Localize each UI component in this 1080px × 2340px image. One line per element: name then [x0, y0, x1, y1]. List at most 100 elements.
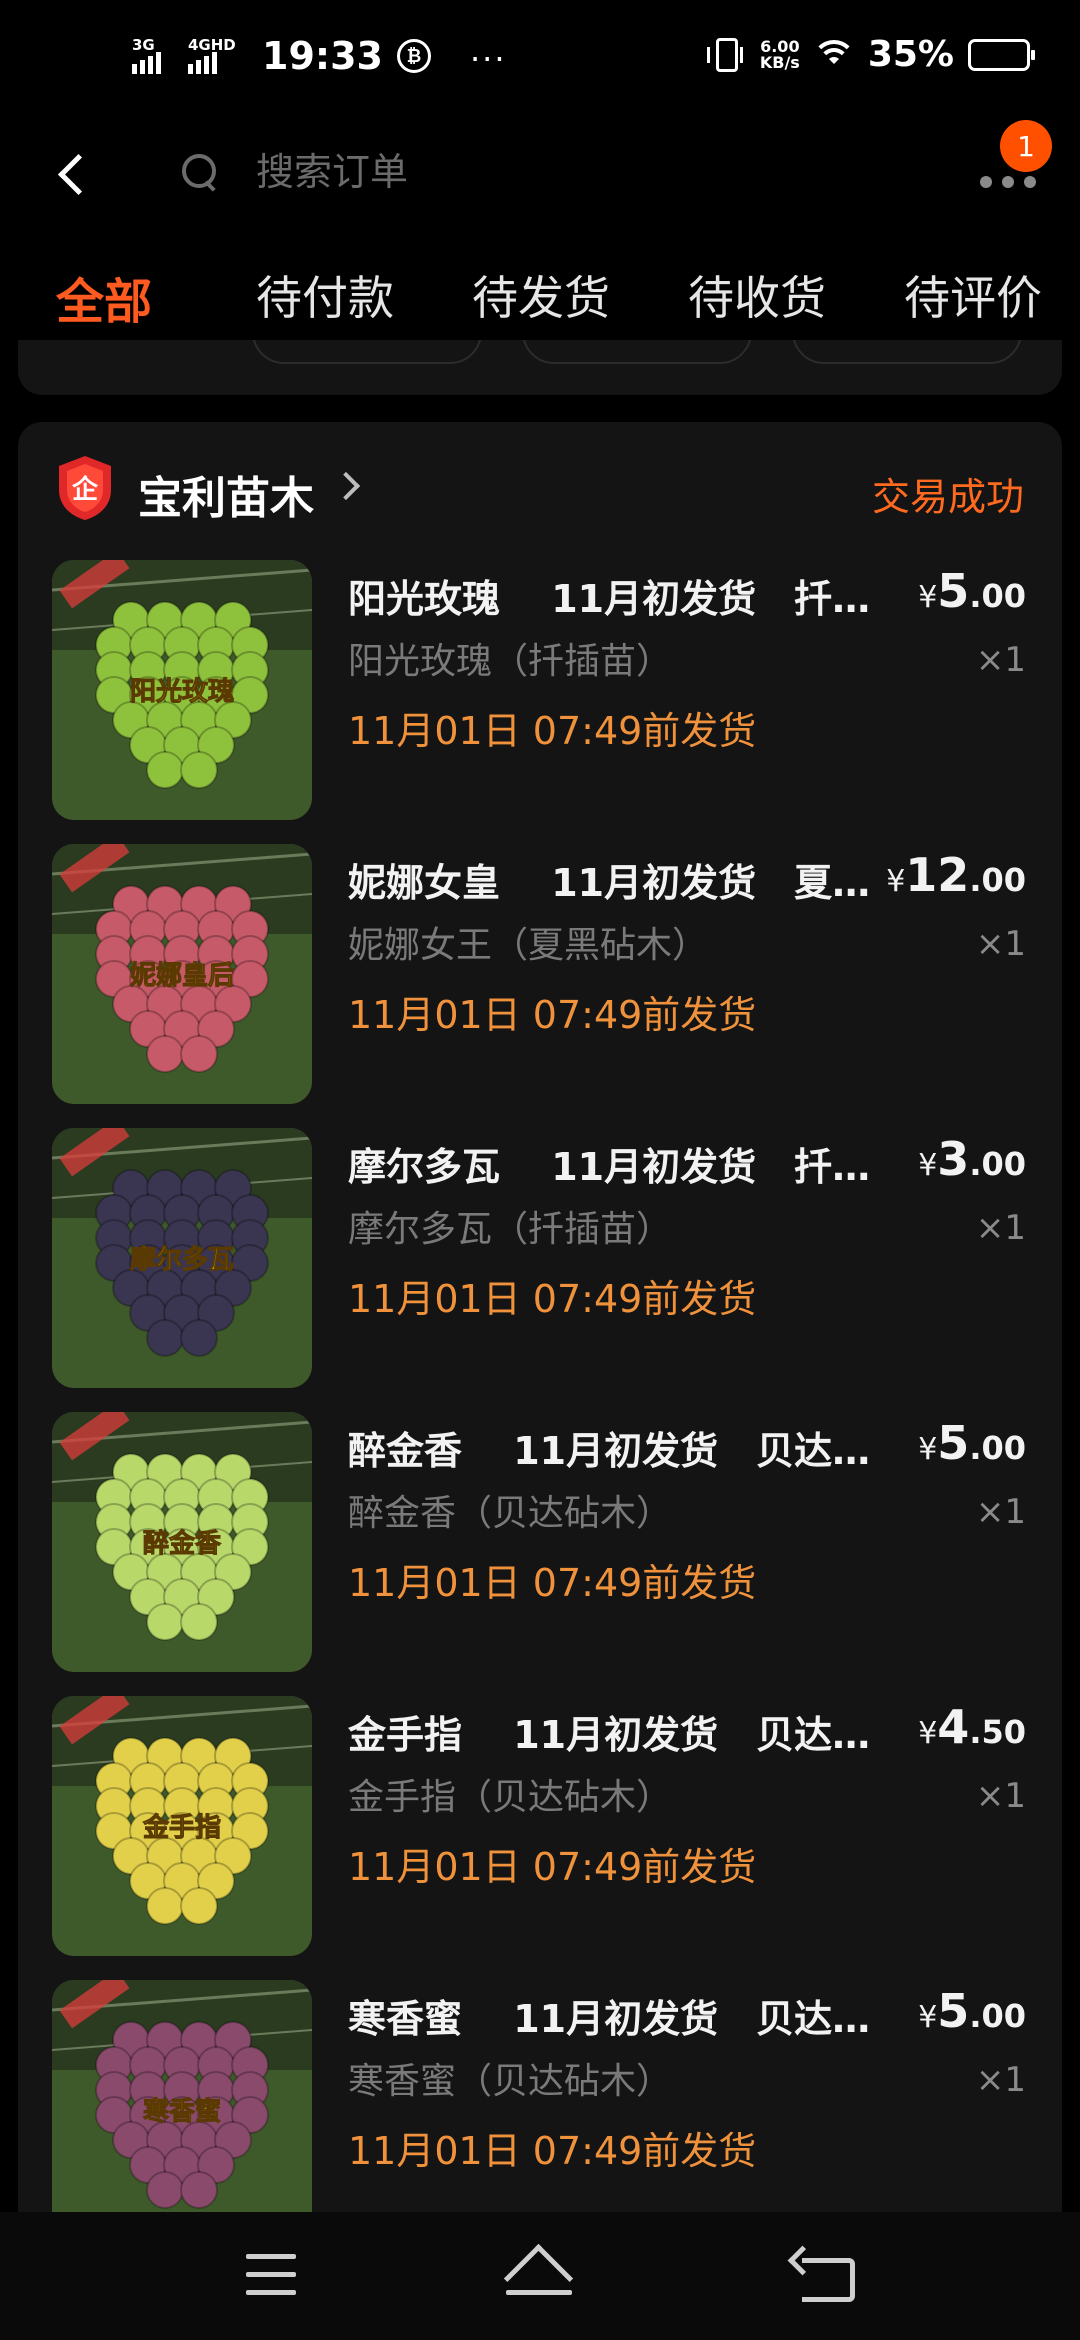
currency-symbol: ¥ — [918, 580, 938, 615]
shop-name[interactable]: 宝利苗木 — [138, 462, 314, 526]
thumbnail-label: 醉金香 — [143, 1528, 221, 1559]
product-thumbnail[interactable]: 寒香蜜 — [52, 1980, 312, 2232]
ship-deadline: 11月01日 07:49前发货 — [348, 709, 757, 753]
product-thumbnail[interactable]: 摩尔多瓦 — [52, 1128, 312, 1388]
currency-symbol: ¥ — [886, 864, 906, 899]
tab-all[interactable]: 全部 — [56, 262, 152, 332]
order-tabs: 全部 待付款 待发货 待收货 待评价 — [0, 240, 1080, 340]
ship-deadline: 11月01日 07:49前发货 — [348, 1277, 757, 1321]
previous-order-card — [18, 340, 1062, 395]
battery-percent: 35% — [867, 34, 954, 75]
action-button[interactable] — [252, 340, 482, 364]
price-integer: 12 — [905, 848, 970, 902]
back-button[interactable] — [50, 142, 100, 202]
price-decimal: .00 — [969, 861, 1026, 899]
action-button[interactable] — [792, 340, 1022, 364]
speed-unit: KB/s — [759, 52, 800, 72]
wifi-icon — [813, 39, 854, 70]
product-spec: 阳光玫瑰（扦插苗） — [348, 641, 673, 682]
price-decimal: .00 — [969, 1145, 1026, 1183]
svg-text:企: 企 — [72, 474, 99, 505]
product-thumbnail[interactable]: 妮娜皇后 — [52, 844, 312, 1104]
price-integer: 5 — [937, 1416, 970, 1470]
price-integer: 5 — [937, 564, 970, 618]
tab-pending-review[interactable]: 待评价 — [904, 262, 1042, 328]
tab-pending-receipt[interactable]: 待收货 — [688, 262, 826, 328]
product-price: ¥5.00 — [918, 1416, 1026, 1470]
clock: 19:33 — [262, 34, 383, 78]
battery-icon — [968, 38, 1035, 71]
vibrate-icon — [706, 37, 743, 72]
product-title[interactable]: 金手指 11月初发货 贝达砧木 — [348, 1704, 908, 1759]
order-item[interactable]: 阳光玫瑰 阳光玫瑰 11月初发货 扦插苗阳光玫瑰（扦插苗） 11月01日 07:49… — [18, 560, 1062, 822]
search-input[interactable] — [256, 150, 656, 194]
more-notifications-icon: ··· — [470, 40, 507, 78]
order-list-page: 3G 4GHD 19:33 ₿ ··· 6.00 KB/s 35% 搜索订单 1… — [0, 0, 1080, 2340]
currency-symbol: ¥ — [918, 1148, 938, 1183]
order-card[interactable]: 企 宝利苗木 交易成功 阳光玫瑰 阳光玫瑰 11月初发货 扦插苗阳光玫瑰（扦插苗）… — [18, 422, 1062, 2232]
notification-status-icon: ₿ — [396, 39, 431, 73]
back-nav-icon[interactable] — [780, 2242, 870, 2312]
price-integer: 5 — [937, 1984, 970, 2038]
product-price: ¥12.00 — [886, 848, 1026, 902]
product-title[interactable]: 醉金香 11月初发货 贝达砧木 — [348, 1420, 908, 1475]
system-nav-bar — [0, 2212, 1080, 2340]
network-type-label: 4GHD — [188, 36, 236, 54]
menu-icon[interactable] — [226, 2242, 316, 2312]
thumbnail-label: 阳光玫瑰 — [130, 677, 234, 707]
ship-deadline: 11月01日 07:49前发货 — [348, 1561, 757, 1605]
product-title[interactable]: 妮娜女皇 11月初发货 夏黑砧木 — [348, 852, 908, 907]
tab-pending-shipment[interactable]: 待发货 — [472, 262, 610, 328]
search-icon — [180, 152, 220, 192]
currency-symbol: ¥ — [918, 2000, 938, 2035]
product-thumbnail[interactable]: 阳光玫瑰 — [52, 560, 312, 820]
ship-deadline: 11月01日 07:49前发货 — [348, 1845, 757, 1889]
price-decimal: .50 — [969, 1713, 1026, 1751]
header: 1 — [0, 120, 1080, 225]
status-bar: 3G 4GHD 19:33 ₿ ··· 6.00 KB/s 35% — [0, 0, 1080, 120]
product-spec: 妮娜女王（夏黑砧木） — [348, 925, 709, 966]
price-integer: 3 — [937, 1132, 970, 1186]
network-speed: 6.00 KB/s — [759, 38, 800, 72]
product-thumbnail[interactable]: 金手指 — [52, 1696, 312, 1956]
product-title[interactable]: 摩尔多瓦 11月初发货 扦插苗 — [348, 1136, 908, 1191]
action-button[interactable] — [522, 340, 752, 364]
status-left: 3G 4GHD 19:33 ₿ — [132, 34, 431, 78]
product-quantity: ×1 — [975, 1492, 1026, 1532]
order-item[interactable]: 妮娜皇后 妮娜女皇 11月初发货 夏黑砧木妮娜女王（夏黑砧木） 11月01日 07:… — [18, 844, 1062, 1106]
product-price: ¥3.00 — [918, 1132, 1026, 1186]
home-icon[interactable] — [496, 2242, 586, 2312]
order-item[interactable]: 摩尔多瓦 摩尔多瓦 11月初发货 扦插苗摩尔多瓦（扦插苗） 11月01日 07:49… — [18, 1128, 1062, 1390]
order-item[interactable]: 金手指 金手指 11月初发货 贝达砧木 金手指（贝达砧木） 11月01日 07:49前… — [18, 1696, 1062, 1958]
price-decimal: .00 — [969, 1997, 1026, 2035]
status-right: 6.00 KB/s 35% — [706, 34, 1035, 75]
product-quantity: ×1 — [975, 640, 1026, 680]
shop-row[interactable]: 企 宝利苗木 交易成功 — [18, 448, 1062, 528]
thumbnail-label: 摩尔多瓦 — [130, 1244, 234, 1275]
product-quantity: ×1 — [975, 924, 1026, 964]
product-thumbnail[interactable]: 醉金香 — [52, 1412, 312, 1672]
product-spec: 寒香蜜（贝达砧木） — [348, 2061, 673, 2102]
more-dots-icon — [980, 176, 1036, 188]
shop-shield-icon: 企 — [59, 456, 111, 520]
ship-deadline: 11月01日 07:49前发货 — [348, 2129, 757, 2173]
ship-deadline: 11月01日 07:49前发货 — [348, 993, 757, 1037]
order-item[interactable]: 醉金香 醉金香 11月初发货 贝达砧木醉金香（贝达砧木） 11月01日 07:49前… — [18, 1412, 1062, 1674]
tab-pending-payment[interactable]: 待付款 — [256, 262, 394, 328]
signal-icon-4g: 4GHD — [188, 36, 240, 74]
product-quantity: ×1 — [975, 2060, 1026, 2100]
order-item[interactable]: 寒香蜜 寒香蜜 11月初发货 贝达砧木寒香蜜（贝达砧木） 11月01日 07:49前… — [18, 1980, 1062, 2232]
thumbnail-label: 寒香蜜 — [143, 2096, 221, 2127]
thumbnail-label: 金手指 — [142, 1812, 221, 1843]
network-type-label: 3G — [132, 36, 155, 54]
product-spec: 醉金香（贝达砧木） — [348, 1493, 673, 1534]
product-price: ¥5.00 — [918, 564, 1026, 618]
product-spec: 摩尔多瓦（扦插苗） — [348, 1209, 673, 1250]
currency-symbol: ¥ — [918, 1716, 938, 1751]
price-integer: 4 — [937, 1700, 970, 1754]
search-bar[interactable] — [180, 140, 740, 204]
more-options-button[interactable]: 1 — [968, 120, 1058, 208]
chevron-right-icon — [331, 471, 361, 501]
product-title[interactable]: 寒香蜜 11月初发货 贝达砧木 — [348, 1988, 908, 2043]
product-title[interactable]: 阳光玫瑰 11月初发货 扦插苗 — [348, 568, 908, 623]
